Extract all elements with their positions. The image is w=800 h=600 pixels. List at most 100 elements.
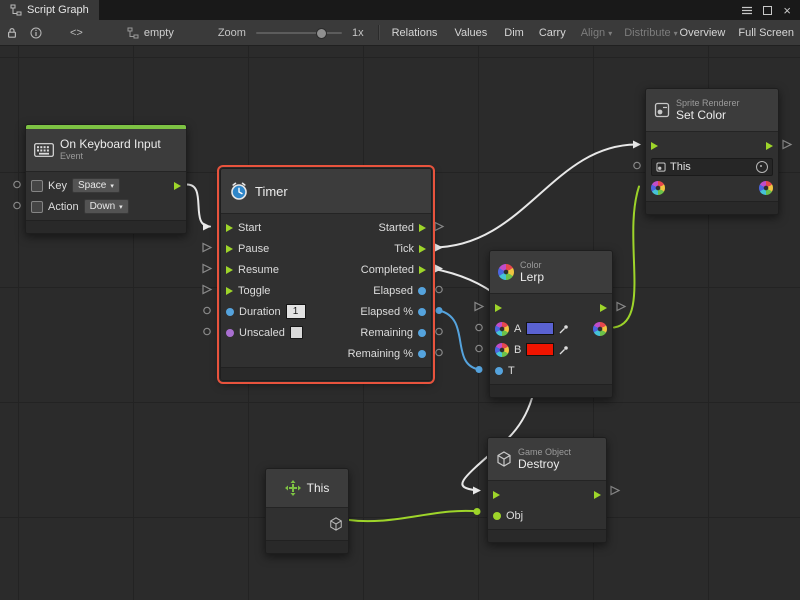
window-close-icon[interactable]: × — [783, 4, 791, 17]
zoom-slider[interactable] — [256, 32, 342, 34]
color-port-b[interactable] — [495, 343, 509, 357]
color-port-in[interactable] — [651, 181, 665, 195]
node-header[interactable]: Timer — [221, 169, 431, 214]
value-port-unscaled[interactable] — [226, 329, 234, 337]
flow-port-toggle[interactable] — [226, 287, 233, 295]
node-destroy[interactable]: Game Object Destroy Obj — [487, 437, 607, 543]
value-port-duration[interactable] — [226, 308, 234, 316]
color-swatch-a[interactable] — [526, 322, 554, 335]
flow-port-out[interactable] — [600, 304, 607, 312]
target-field[interactable]: This — [651, 158, 773, 176]
fullscreen-button[interactable]: Full Screen — [738, 27, 794, 39]
key-dropdown[interactable]: Space▾ — [72, 178, 120, 193]
relations-button[interactable]: Relations — [392, 27, 438, 39]
align-button[interactable]: Align▾ — [581, 27, 612, 39]
info-icon[interactable] — [30, 27, 42, 39]
node-header[interactable]: This — [266, 469, 348, 508]
port-timer-remaining-pct-out[interactable] — [436, 349, 442, 355]
flow-port-in[interactable] — [651, 142, 658, 150]
wire-elapsed-pct-to-lerp-t[interactable] — [439, 311, 479, 370]
chevron-down-icon: ▾ — [110, 182, 114, 190]
flow-port-out[interactable] — [766, 142, 773, 150]
port-timer-unscaled-in[interactable] — [204, 328, 210, 334]
port-timer-start-in[interactable] — [203, 223, 211, 231]
tab-script-graph[interactable]: Script Graph — [0, 0, 99, 20]
port-timer-elapsed-pct-out[interactable] — [436, 307, 443, 314]
value-port-remaining[interactable] — [418, 329, 426, 337]
object-picker-icon[interactable] — [756, 161, 768, 173]
port-lerp-t-in[interactable] — [476, 366, 483, 373]
graph-canvas[interactable]: On Keyboard Input Event Key Space▾ — [0, 46, 800, 600]
node-this[interactable]: This — [265, 468, 349, 554]
port-destroy-obj-in[interactable] — [474, 508, 481, 515]
flow-port-pause[interactable] — [226, 245, 233, 253]
port-setcolor-target-in[interactable] — [634, 162, 640, 168]
values-button[interactable]: Values — [454, 27, 487, 39]
port-timer-tick-out[interactable] — [435, 244, 443, 252]
toolbar-separator — [378, 25, 380, 40]
eyedropper-icon[interactable] — [559, 345, 569, 355]
flow-port-resume[interactable] — [226, 266, 233, 274]
port-timer-duration-in[interactable] — [204, 307, 210, 313]
node-header[interactable]: On Keyboard Input Event — [26, 129, 186, 172]
port-timer-started-out[interactable] — [435, 223, 443, 231]
node-color-lerp[interactable]: Color Lerp A B T — [489, 250, 613, 398]
node-on-keyboard-input[interactable]: On Keyboard Input Event Key Space▾ — [25, 124, 187, 234]
wire-this-to-destroy-obj[interactable] — [349, 511, 479, 521]
port-destroy-flow-out[interactable] — [611, 487, 619, 495]
unscaled-checkbox[interactable] — [290, 326, 303, 339]
gameobject-port-out[interactable] — [329, 517, 343, 531]
color-swatch-b[interactable] — [526, 343, 554, 356]
color-port-a[interactable] — [495, 322, 509, 336]
node-header[interactable]: Game Object Destroy — [488, 438, 606, 481]
distribute-button[interactable]: Distribute▾ — [624, 27, 677, 39]
eyedropper-icon[interactable] — [559, 324, 569, 334]
window-menu-icon[interactable] — [742, 6, 752, 15]
wire-tick-to-setcolor[interactable] — [432, 145, 637, 248]
value-port-obj[interactable] — [493, 512, 501, 520]
port-timer-elapsed-out[interactable] — [436, 286, 442, 292]
carry-button[interactable]: Carry — [539, 27, 566, 39]
flow-port-trigger-out[interactable] — [174, 182, 181, 190]
flow-port-tick[interactable] — [419, 245, 426, 253]
port-timer-toggle-in[interactable] — [203, 286, 211, 294]
flow-port-in[interactable] — [493, 491, 500, 499]
node-header[interactable]: Sprite Renderer Set Color — [646, 89, 778, 132]
flow-port-out[interactable] — [594, 491, 601, 499]
wire-keyboard-to-timer-start[interactable] — [187, 185, 210, 227]
node-timer[interactable]: Timer Start Started Pause Tick Resume Co… — [220, 168, 432, 381]
duration-input[interactable]: 1 — [286, 304, 306, 319]
port-setcolor-flow-in[interactable] — [633, 141, 641, 149]
port-lerp-flow-in[interactable] — [475, 303, 483, 311]
color-port-out[interactable] — [759, 181, 773, 195]
flow-port-start[interactable] — [226, 224, 233, 232]
port-destroy-flow-in[interactable] — [473, 487, 481, 495]
port-keyboard-key-in[interactable] — [14, 181, 20, 187]
port-lerp-a-in[interactable] — [476, 324, 482, 330]
window-maximize-icon[interactable] — [763, 6, 772, 15]
port-timer-pause-in[interactable] — [203, 244, 211, 252]
value-port-t[interactable] — [495, 367, 503, 375]
zoom-slider-handle[interactable] — [316, 28, 327, 39]
port-timer-remaining-out[interactable] — [436, 328, 442, 334]
overview-button[interactable]: Overview — [680, 27, 726, 39]
dim-button[interactable]: Dim — [504, 27, 524, 39]
node-set-color[interactable]: Sprite Renderer Set Color This — [645, 88, 779, 215]
wire-lerp-to-setcolor-color[interactable] — [614, 187, 639, 328]
lock-icon[interactable] — [6, 27, 18, 39]
code-view-icon[interactable]: <> — [70, 27, 83, 39]
port-timer-resume-in[interactable] — [203, 265, 211, 273]
flow-port-completed[interactable] — [419, 266, 426, 274]
action-dropdown[interactable]: Down▾ — [84, 199, 129, 214]
value-port-elapsed[interactable] — [418, 287, 426, 295]
flow-port-started[interactable] — [419, 224, 426, 232]
port-keyboard-action-in[interactable] — [14, 202, 20, 208]
port-lerp-flow-out[interactable] — [617, 303, 625, 311]
port-setcolor-flow-out[interactable] — [783, 141, 791, 149]
node-header[interactable]: Color Lerp — [490, 251, 612, 294]
color-port-result-out[interactable] — [593, 322, 607, 336]
flow-port-in[interactable] — [495, 304, 502, 312]
value-port-elapsed-pct[interactable] — [418, 308, 426, 316]
port-lerp-b-in[interactable] — [476, 345, 482, 351]
value-port-remaining-pct[interactable] — [418, 350, 426, 358]
